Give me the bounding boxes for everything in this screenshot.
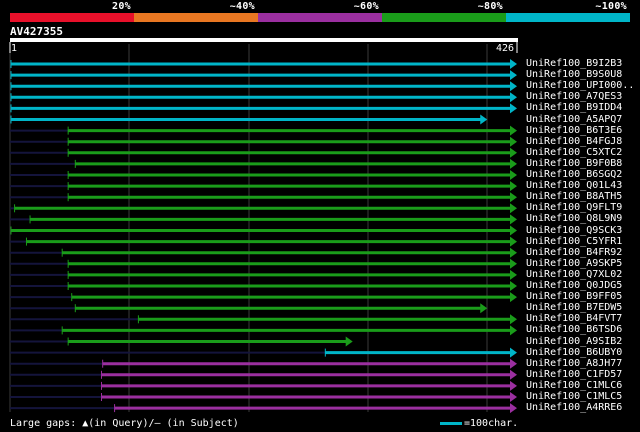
hit-arrow-head — [510, 125, 517, 136]
hit-arrow-head — [510, 380, 517, 391]
hit-arrow-head — [510, 314, 517, 325]
hit-arrow-head — [345, 336, 353, 347]
hit-arrow-head — [510, 203, 517, 214]
hit-arrow-head — [510, 325, 517, 336]
hit-arrow-head — [510, 103, 517, 114]
hit-name[interactable]: UniRef100_A4RRE6 — [526, 402, 636, 413]
hit-arrow-head — [510, 225, 517, 236]
hit-arrow-head — [510, 170, 517, 180]
hit-name[interactable]: UniRef100_C5YFR1 — [526, 236, 636, 247]
hit-name[interactable]: UniRef100_B6T3E6 — [526, 125, 636, 136]
hit-arrow-head — [510, 81, 517, 92]
hit-arrow-head — [510, 158, 517, 169]
hit-arrow-head — [510, 392, 517, 402]
hit-name[interactable]: UniRef100_A9SKP5 — [526, 258, 636, 269]
hit-name[interactable]: UniRef100_A7QES3 — [526, 91, 636, 102]
hit-name[interactable]: UniRef100_B4FR92 — [526, 247, 636, 258]
hit-arrow-head — [510, 192, 517, 203]
hit-name[interactable]: UniRef100_B9S0U8 — [526, 69, 636, 80]
hit-name[interactable]: UniRef100_B7EDW5 — [526, 302, 636, 313]
scale-label: =100char. — [464, 418, 519, 429]
hit-name[interactable]: UniRef100_B6SGQ2 — [526, 169, 636, 180]
scale-swatch — [440, 421, 462, 425]
hit-name[interactable]: UniRef100_Q01L43 — [526, 180, 636, 191]
hit-name[interactable]: UniRef100_UPI000.. — [526, 80, 636, 91]
hit-name[interactable]: UniRef100_B9IDD4 — [526, 102, 636, 113]
hit-arrow-head — [510, 136, 517, 147]
hit-name[interactable]: UniRef100_C1MLC5 — [526, 391, 636, 402]
hit-arrow-head — [510, 181, 517, 192]
hit-name[interactable]: UniRef100_B6UBY0 — [526, 347, 636, 358]
hit-name[interactable]: UniRef100_B4FVT7 — [526, 313, 636, 324]
hit-name[interactable]: UniRef100_B9F0B8 — [526, 158, 636, 169]
hit-arrow-head — [510, 236, 517, 247]
hit-name[interactable]: UniRef100_C5XTC2 — [526, 147, 636, 158]
hit-arrow-head — [510, 59, 517, 69]
hit-arrow-head — [510, 281, 517, 291]
hit-arrow-head — [510, 358, 517, 369]
hit-name[interactable]: UniRef100_B9FF05 — [526, 291, 636, 302]
hit-arrow-head — [510, 269, 517, 280]
hit-name[interactable]: UniRef100_Q7XL02 — [526, 269, 636, 280]
hit-name[interactable]: UniRef100_Q8L9N9 — [526, 213, 636, 224]
hit-arrow-head — [510, 247, 517, 258]
hit-name[interactable]: UniRef100_B6TSD6 — [526, 324, 636, 335]
hit-name[interactable]: UniRef100_Q0JDG5 — [526, 280, 636, 291]
scale-legend: =100char. — [440, 418, 518, 430]
hit-name[interactable]: UniRef100_B8ATH5 — [526, 191, 636, 202]
hit-name[interactable]: UniRef100_A9SIB2 — [526, 336, 636, 347]
hit-name[interactable]: UniRef100_B9I2B3 — [526, 58, 636, 69]
hit-arrow-head — [510, 292, 517, 303]
hit-name[interactable]: UniRef100_C1FD57 — [526, 369, 636, 380]
hit-arrow-head — [510, 258, 517, 269]
hit-arrow-head — [510, 369, 517, 380]
hit-name[interactable]: UniRef100_A8JH77 — [526, 358, 636, 369]
hit-name[interactable]: UniRef100_C1MLC6 — [526, 380, 636, 391]
hit-arrow-head — [510, 403, 517, 414]
hit-arrow-head — [510, 70, 517, 81]
hit-arrow-head — [510, 147, 517, 158]
hit-name[interactable]: UniRef100_A5APQ7 — [526, 114, 636, 125]
hit-name[interactable]: UniRef100_Q9SCK3 — [526, 225, 636, 236]
hit-arrow-head — [510, 347, 517, 358]
hit-arrow-head — [480, 303, 488, 314]
hit-arrow-head — [510, 214, 517, 225]
hit-arrow-head — [480, 114, 488, 125]
hit-arrow-head — [510, 92, 517, 103]
gaps-legend: Large gaps: ▲(in Query)/– (in Subject) — [10, 418, 239, 429]
hit-name[interactable]: UniRef100_B4FGJ8 — [526, 136, 636, 147]
hit-name[interactable]: UniRef100_Q9FLT9 — [526, 202, 636, 213]
